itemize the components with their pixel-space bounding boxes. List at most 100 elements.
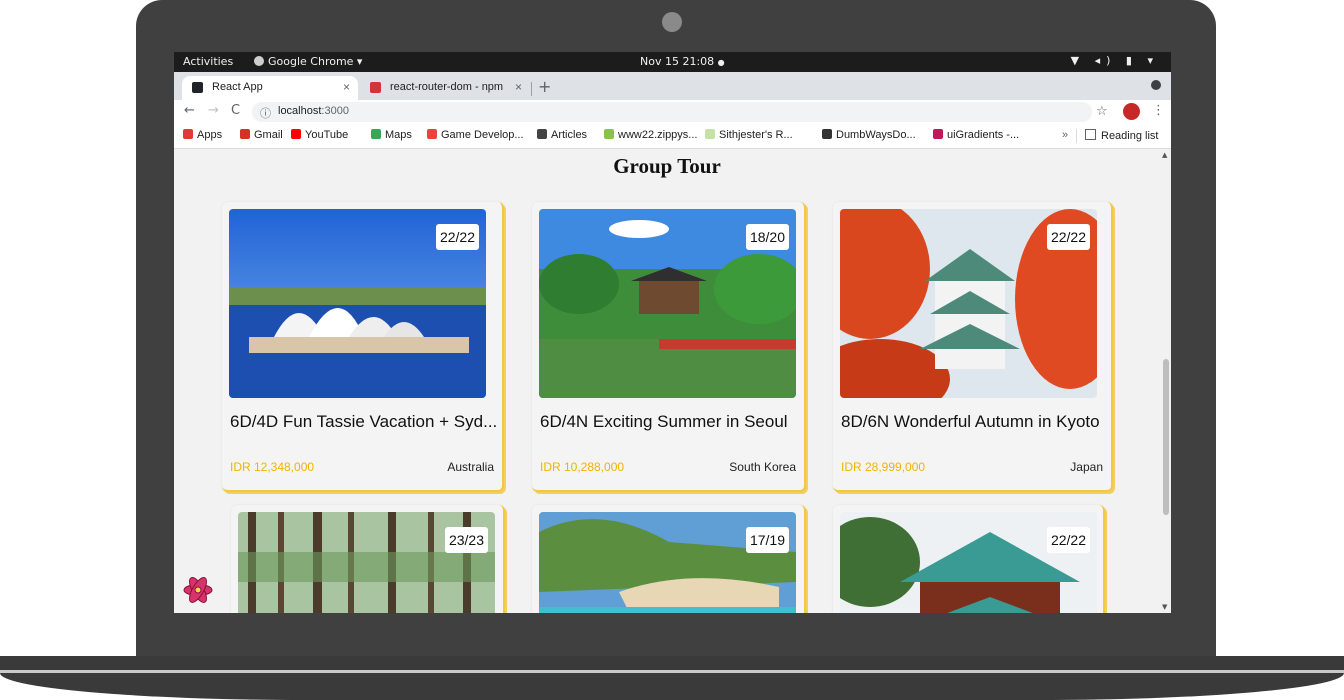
reading-list-button[interactable]: Reading list <box>1085 129 1158 142</box>
tour-country: Japan <box>1070 460 1103 474</box>
seat-quota-badge: 17/19 <box>745 527 789 553</box>
more-bookmarks-button[interactable]: » <box>1062 129 1068 141</box>
app-menu-label: Google Chrome ▾ <box>268 55 363 68</box>
tour-price: IDR 10,288,000 <box>540 460 625 474</box>
bookmark-item[interactable]: Maps <box>371 129 412 141</box>
scroll-thumb[interactable] <box>1163 359 1169 515</box>
tour-image-beach: 17/19 <box>539 512 796 613</box>
bookmark-label: Sithjester's R... <box>719 129 793 141</box>
site-info-icon[interactable]: ⓘ <box>260 105 271 121</box>
bookmark-item[interactable]: Game Develop... <box>427 129 524 141</box>
chrome-icon <box>254 56 264 66</box>
tour-card-temple[interactable]: 22/22 <box>833 505 1105 613</box>
tour-title[interactable]: 6D/4D Fun Tassie Vacation + Syd... <box>230 412 505 432</box>
tour-image-kyoto: 22/22 <box>840 209 1097 398</box>
tab-react-app[interactable]: React App × <box>182 76 358 100</box>
webcam-icon <box>662 12 682 32</box>
bookmark-item[interactable]: Gmail <box>240 129 283 141</box>
new-tab-button[interactable]: + <box>538 77 551 96</box>
tour-image-forest: 23/23 <box>238 512 495 613</box>
profile-avatar[interactable] <box>1123 103 1140 120</box>
bookmark-item[interactable]: Articles <box>537 129 587 141</box>
tab-label: React App <box>212 81 263 93</box>
system-tray[interactable]: ▼ ◂) ▮ ▾ <box>1071 54 1159 67</box>
bookmark-item[interactable]: Sithjester's R... <box>705 129 793 141</box>
tour-image-sydney: 22/22 <box>229 209 486 398</box>
tab-separator <box>531 82 532 96</box>
tour-country: South Korea <box>729 460 796 474</box>
back-button[interactable]: ← <box>184 103 195 118</box>
bookmark-label: DumbWaysDo... <box>836 129 916 141</box>
gmail-icon <box>240 129 250 139</box>
activities-button[interactable]: Activities <box>183 55 233 68</box>
tab-npm[interactable]: react-router-dom - npm × <box>360 76 530 100</box>
zippy-icon <box>604 129 614 139</box>
game-icon <box>427 129 437 139</box>
close-tab-icon[interactable]: × <box>515 80 522 94</box>
tour-country: Australia <box>447 460 494 474</box>
bookmark-label: Gmail <box>254 129 283 141</box>
tour-image-seoul: 18/20 <box>539 209 796 398</box>
tour-card-beach[interactable]: 17/19 <box>532 505 806 613</box>
bookmark-label: YouTube <box>305 129 349 141</box>
close-tab-icon[interactable]: × <box>343 80 350 94</box>
tour-card-seoul[interactable]: 18/20 6D/4N Exciting Summer in Seoul IDR… <box>532 202 806 492</box>
youtube-icon <box>291 129 301 139</box>
tour-title[interactable]: 8D/6N Wonderful Autumn in Kyoto <box>841 412 1116 432</box>
npm-favicon-icon <box>370 82 381 93</box>
app-menu[interactable]: Google Chrome ▾ <box>254 55 362 68</box>
bookmark-label: www22.zippys... <box>618 129 698 141</box>
maps-icon <box>371 129 381 139</box>
bookmark-label: Maps <box>385 129 412 141</box>
address-bar[interactable]: ⓘ localhost:3000 <box>252 102 1092 122</box>
scroll-down-icon[interactable]: ▼ <box>1162 603 1167 611</box>
bookmark-star-icon[interactable]: ☆ <box>1096 104 1108 119</box>
bookmark-item[interactable]: www22.zippys... <box>604 129 697 141</box>
os-top-bar: Activities Google Chrome ▾ Nov 15 21:08 … <box>174 52 1171 72</box>
reading-list-icon <box>1085 129 1096 140</box>
bookmark-label: Game Develop... <box>441 129 524 141</box>
bookmarks-bar: » Reading list Apps Gmail YouTube Maps Game … <box>174 124 1171 149</box>
seat-quota-badge: 22/22 <box>1046 224 1090 250</box>
uigradients-icon <box>933 129 943 139</box>
bookmarks-separator <box>1076 129 1077 143</box>
dumbways-icon <box>822 129 832 139</box>
bookmark-item[interactable]: DumbWaysDo... <box>822 129 916 141</box>
page-title: Group Tour <box>613 154 721 178</box>
tour-price: IDR 28,999,000 <box>841 460 926 474</box>
bookmark-label: Articles <box>551 129 588 141</box>
menu-kebab-icon[interactable]: ⋮ <box>1152 103 1165 118</box>
browser-toolbar: ← → C ⓘ localhost:3000 ☆ ⋮ <box>174 100 1171 124</box>
bookmark-item[interactable]: YouTube <box>291 129 348 141</box>
bookmark-label: uiGradients -... <box>947 129 1020 141</box>
bookmark-item[interactable]: uiGradients -... <box>933 129 1019 141</box>
seat-quota-badge: 22/22 <box>1046 527 1090 553</box>
reading-list-label: Reading list <box>1101 130 1159 142</box>
tab-strip: React App × react-router-dom - npm × <box>174 72 1171 100</box>
tab-search-icon[interactable] <box>1151 80 1161 90</box>
laptop-base <box>0 656 1344 700</box>
tab-label: react-router-dom - npm <box>390 81 504 93</box>
apps-grid-icon <box>183 129 193 139</box>
sith-icon <box>705 129 715 139</box>
seat-quota-badge: 18/20 <box>745 224 789 250</box>
scroll-up-icon[interactable]: ▲ <box>1162 151 1167 159</box>
react-logo-icon[interactable] <box>182 574 214 606</box>
articles-icon <box>537 129 547 139</box>
tour-card-kyoto[interactable]: 22/22 8D/6N Wonderful Autumn in Kyoto ID… <box>833 202 1113 492</box>
bookmark-label: Apps <box>197 129 223 141</box>
react-favicon-icon <box>192 82 203 93</box>
tour-card-forest[interactable]: 23/23 <box>231 505 505 613</box>
clock[interactable]: Nov 15 21:08 ● <box>640 55 725 68</box>
forward-button[interactable]: → <box>208 103 219 118</box>
reload-button[interactable]: C <box>231 103 240 118</box>
tour-image-temple: 22/22 <box>840 512 1097 613</box>
tour-card-sydney[interactable]: 22/22 6D/4D Fun Tassie Vacation + Syd...… <box>222 202 504 492</box>
page-scrollbar[interactable]: ▲ ▼ <box>1160 149 1171 613</box>
bookmark-item[interactable]: Apps <box>183 129 222 141</box>
tour-title[interactable]: 6D/4N Exciting Summer in Seoul <box>540 412 815 432</box>
screen: Activities Google Chrome ▾ Nov 15 21:08 … <box>174 52 1171 613</box>
page-viewport[interactable]: Group Tour 22/22 6D/4D Fun Tassie Vacati… <box>174 149 1160 613</box>
tour-price: IDR 12,348,000 <box>230 460 315 474</box>
url-text: localhost:3000 <box>278 105 349 117</box>
